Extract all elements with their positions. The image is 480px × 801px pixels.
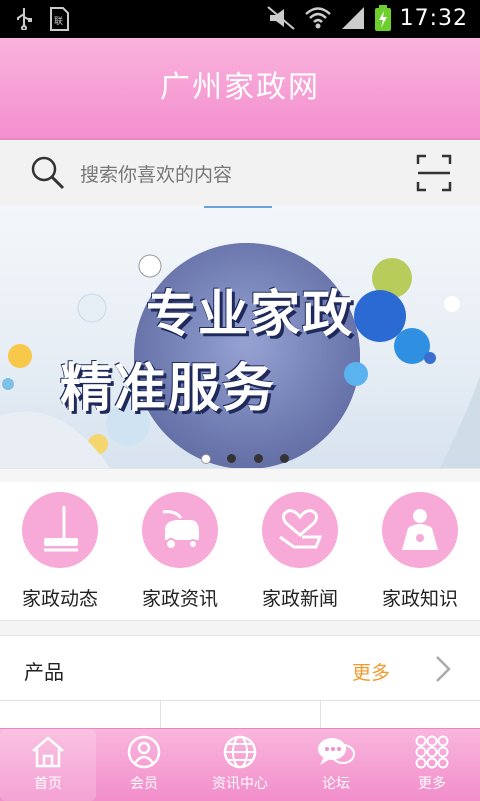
chevron-right-icon[interactable] [434,654,452,684]
svg-text:联: 联 [54,16,63,27]
category-circle[interactable] [382,492,458,568]
product-cell[interactable] [320,701,480,729]
product-cell[interactable] [160,701,321,729]
category-item-dynamics[interactable]: 家政动态 [0,492,120,611]
category-label: 家政知识 [381,588,458,610]
vacuum-icon [162,510,199,550]
tab-label: 更多 [418,776,446,792]
search-placeholder[interactable]: 搜索你喜欢的内容 [80,160,232,187]
section-title: 产品 [24,660,64,684]
category-label: 家政新闻 [261,588,338,610]
member-icon [127,735,161,769]
signal-icon [341,7,364,29]
divider [0,620,480,636]
banner-line1: 专业家政 [146,285,354,343]
heart-hand-icon [279,509,323,549]
scan-icon[interactable] [416,154,452,192]
mop-icon [44,506,78,552]
mute-icon [266,6,295,30]
tab-label: 会员 [130,776,158,792]
tab-label: 资讯中心 [212,776,268,792]
carousel-dot-2[interactable] [227,454,236,463]
status-bar: 联 17:32 [0,0,480,38]
category-item-knowledge[interactable]: 家政知识 [360,492,480,611]
category-circle[interactable] [142,492,218,568]
category-grid: 家政动态 家政资讯 家政新闻 家政知识 [0,482,480,620]
battery-icon [374,5,391,31]
product-row-partial [0,700,480,729]
tab-member[interactable]: 会员 [96,729,192,801]
banner-carousel[interactable]: 专业家政 精准服务 [0,206,480,468]
globe-icon [223,735,257,769]
page-title: 广州家政网 [160,70,320,105]
category-item-news[interactable]: 家政新闻 [240,492,360,611]
banner-line2: 精准服务 [60,359,277,419]
tab-more[interactable]: 更多 [384,729,480,801]
app-header: 广州家政网 [0,38,480,140]
more-link[interactable]: 更多 [352,658,390,685]
chat-icon [318,738,355,765]
tab-label: 论坛 [322,776,350,792]
tab-news-center[interactable]: 资讯中心 [192,729,288,801]
category-circle[interactable] [22,492,98,568]
tab-home[interactable]: 首页 [0,729,96,801]
sim-icon: 联 [50,7,69,31]
home-icon [32,736,64,768]
banner-headline: 专业家政 精准服务 [60,266,440,426]
products-section-header: 产品 更多 [0,636,480,700]
search-icon[interactable] [30,155,66,191]
carousel-dot-3[interactable] [254,454,263,463]
category-circle[interactable] [262,492,338,568]
bottom-tab-bar: 首页 会员 资讯中心 论坛 更多 [0,728,480,801]
wifi-icon [304,7,331,29]
category-label: 家政资讯 [141,588,218,610]
carousel-dot-1[interactable] [201,454,211,464]
search-bar[interactable]: 搜索你喜欢的内容 [0,140,480,206]
category-item-info[interactable]: 家政资讯 [120,492,240,611]
usb-icon [17,8,32,30]
maid-icon [402,509,438,550]
tab-label: 首页 [34,776,62,792]
category-label: 家政动态 [21,588,98,610]
carousel-dot-4[interactable] [280,454,289,463]
grid-icon [415,735,449,769]
divider [0,468,480,483]
tab-forum[interactable]: 论坛 [288,729,384,801]
clock: 17:32 [399,5,468,31]
product-cell[interactable] [0,701,161,729]
